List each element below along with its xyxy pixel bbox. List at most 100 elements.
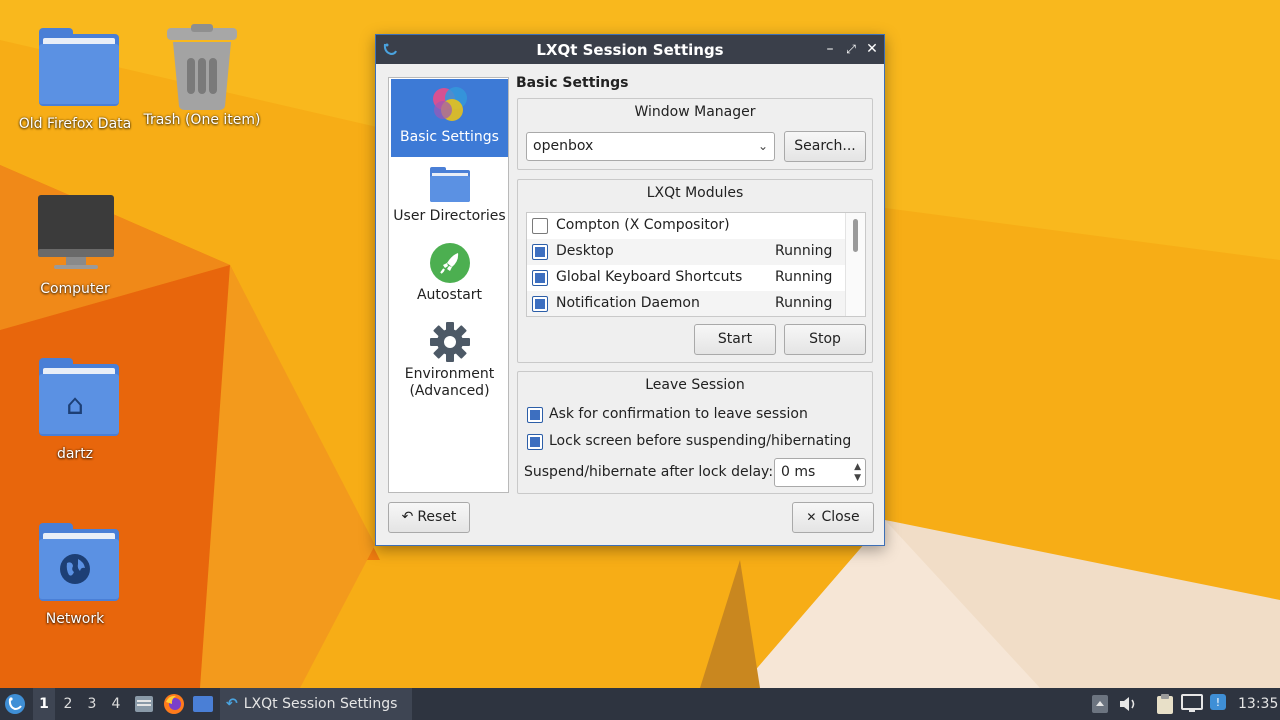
- sidebar-item-basic-settings[interactable]: Basic Settings: [391, 79, 508, 157]
- taskbar-task-session-settings[interactable]: ↶ LXQt Session Settings: [220, 688, 412, 720]
- module-row[interactable]: Notification Daemon Running: [527, 291, 845, 316]
- undo-icon: ↶: [401, 509, 414, 525]
- computer-icon: [30, 193, 120, 277]
- confirm-leave-checkbox[interactable]: [527, 407, 543, 423]
- sidebar-item-label: User Directories: [393, 208, 506, 224]
- file-manager-icon[interactable]: [134, 688, 156, 720]
- module-row[interactable]: Global Keyboard Shortcuts Running: [527, 265, 845, 291]
- home-folder-icon: ⌂: [30, 358, 120, 442]
- tray-arrow-icon[interactable]: [1092, 688, 1110, 720]
- close-icon: ✕: [806, 510, 817, 524]
- window-manager-group: Window Manager openbox ⌄ Search...: [517, 98, 873, 170]
- option-label: Lock screen before suspending/hibernatin…: [549, 433, 852, 449]
- module-checkbox[interactable]: [532, 270, 548, 286]
- main-menu-button[interactable]: [4, 688, 28, 720]
- module-name: Notification Daemon: [556, 295, 700, 311]
- chevron-down-icon: ⌄: [757, 139, 768, 153]
- firefox-icon[interactable]: [163, 688, 187, 720]
- lxqt-logo-icon: [428, 83, 472, 127]
- desktop-icon-label: Computer: [40, 281, 110, 297]
- reset-button[interactable]: ↶ Reset: [388, 502, 470, 533]
- option-label: Ask for confirmation to leave session: [549, 406, 808, 422]
- module-row[interactable]: Desktop Running: [527, 239, 845, 265]
- clipboard-icon[interactable]: [1155, 688, 1177, 720]
- window-titlebar[interactable]: LXQt Session Settings – ⤢ ✕: [376, 35, 884, 64]
- lock-screen-checkbox[interactable]: [527, 434, 543, 450]
- lxqt-menu-icon: [5, 694, 25, 714]
- window-title: LXQt Session Settings: [536, 41, 724, 59]
- modules-list: Compton (X Compositor) Desktop Running G…: [526, 212, 866, 317]
- desktop-icon-old-firefox-data[interactable]: Old Firefox Data: [10, 28, 140, 132]
- spinbox-value: 0 ms: [781, 464, 816, 480]
- modules-scrollbar[interactable]: [845, 213, 865, 316]
- notification-icon[interactable]: !: [1210, 688, 1228, 720]
- close-label: Close: [821, 509, 860, 525]
- group-title: Leave Session: [645, 377, 745, 393]
- module-row[interactable]: Compton (X Compositor): [527, 213, 845, 239]
- start-button[interactable]: Start: [694, 324, 776, 355]
- sidebar-item-autostart[interactable]: Autostart: [391, 237, 508, 315]
- desktop-icon-label: dartz: [56, 446, 94, 462]
- module-checkbox[interactable]: [532, 218, 548, 234]
- rocket-icon: [428, 241, 472, 285]
- svg-text:!: !: [1216, 696, 1220, 709]
- maximize-button[interactable]: ⤢: [842, 39, 860, 59]
- folder-icon: [30, 28, 120, 112]
- spin-down-icon[interactable]: ▼: [854, 473, 861, 483]
- sidebar-item-label: Basic Settings: [400, 129, 499, 145]
- sidebar-item-label: Environment (Advanced): [404, 366, 495, 399]
- desktop-icon-dartz[interactable]: ⌂ dartz: [10, 358, 140, 462]
- scrollbar-thumb[interactable]: [853, 219, 858, 252]
- group-title: LXQt Modules: [646, 185, 744, 201]
- network-folder-icon: [30, 523, 120, 607]
- lock-delay-label: Suspend/hibernate after lock delay:: [524, 464, 774, 480]
- sidebar-item-label: Autostart: [416, 287, 483, 303]
- spin-up-icon[interactable]: ▲: [854, 462, 861, 472]
- show-desktop-icon[interactable]: [192, 688, 216, 720]
- workspace-3[interactable]: 3: [81, 688, 103, 720]
- workspace-2[interactable]: 2: [57, 688, 79, 720]
- desktop-icon-network[interactable]: Network: [10, 523, 140, 627]
- module-checkbox[interactable]: [532, 244, 548, 260]
- module-state: Running: [775, 295, 833, 311]
- network-tray-icon[interactable]: [1181, 688, 1205, 720]
- trash-icon: [157, 24, 247, 110]
- modules-group: LXQt Modules Compton (X Compositor) Desk…: [517, 179, 873, 363]
- desktop-icon-label: Old Firefox Data: [18, 116, 132, 132]
- close-button[interactable]: ✕ Close: [792, 502, 874, 533]
- desktop-icon-computer[interactable]: Computer: [10, 193, 140, 297]
- module-name: Global Keyboard Shortcuts: [556, 269, 743, 285]
- clock[interactable]: 13:35: [1238, 688, 1278, 720]
- group-title: Window Manager: [634, 104, 756, 120]
- taskbar: 1 2 3 4 ↶ LXQt Session Settings ! 13:35: [0, 688, 1280, 720]
- module-name: Compton (X Compositor): [556, 217, 730, 233]
- sidebar-item-environment[interactable]: Environment (Advanced): [391, 316, 508, 406]
- search-button[interactable]: Search...: [784, 131, 866, 162]
- workspace-1[interactable]: 1: [33, 688, 55, 720]
- desktop-icon-trash[interactable]: Trash (One item): [137, 24, 267, 128]
- folder-icon: [428, 162, 472, 206]
- sidebar-item-user-directories[interactable]: User Directories: [391, 158, 508, 236]
- close-window-button[interactable]: ✕: [863, 39, 881, 59]
- reset-label: Reset: [417, 509, 457, 525]
- window-manager-combo[interactable]: openbox ⌄: [526, 132, 775, 161]
- leave-session-group: Leave Session Ask for confirmation to le…: [517, 371, 873, 494]
- section-title: Basic Settings: [516, 75, 629, 91]
- minimize-button[interactable]: –: [821, 39, 839, 59]
- task-label: LXQt Session Settings: [243, 696, 398, 712]
- desktop-icon-label: Network: [45, 611, 105, 627]
- lock-delay-spinbox[interactable]: 0 ms ▲ ▼: [774, 458, 866, 487]
- settings-sidebar: Basic Settings User Directories Autostar…: [388, 77, 509, 493]
- module-state: Running: [775, 243, 833, 259]
- volume-icon[interactable]: [1118, 688, 1140, 720]
- session-settings-window: LXQt Session Settings – ⤢ ✕ Basic Settin…: [375, 34, 885, 546]
- gear-icon: [428, 320, 472, 364]
- desktop-icon-label: Trash (One item): [143, 112, 261, 128]
- combo-value: openbox: [533, 138, 594, 154]
- module-state: Running: [775, 269, 833, 285]
- module-name: Desktop: [556, 243, 614, 259]
- module-checkbox[interactable]: [532, 296, 548, 312]
- lxqt-app-icon: ↶: [226, 696, 238, 712]
- stop-button[interactable]: Stop: [784, 324, 866, 355]
- workspace-4[interactable]: 4: [105, 688, 127, 720]
